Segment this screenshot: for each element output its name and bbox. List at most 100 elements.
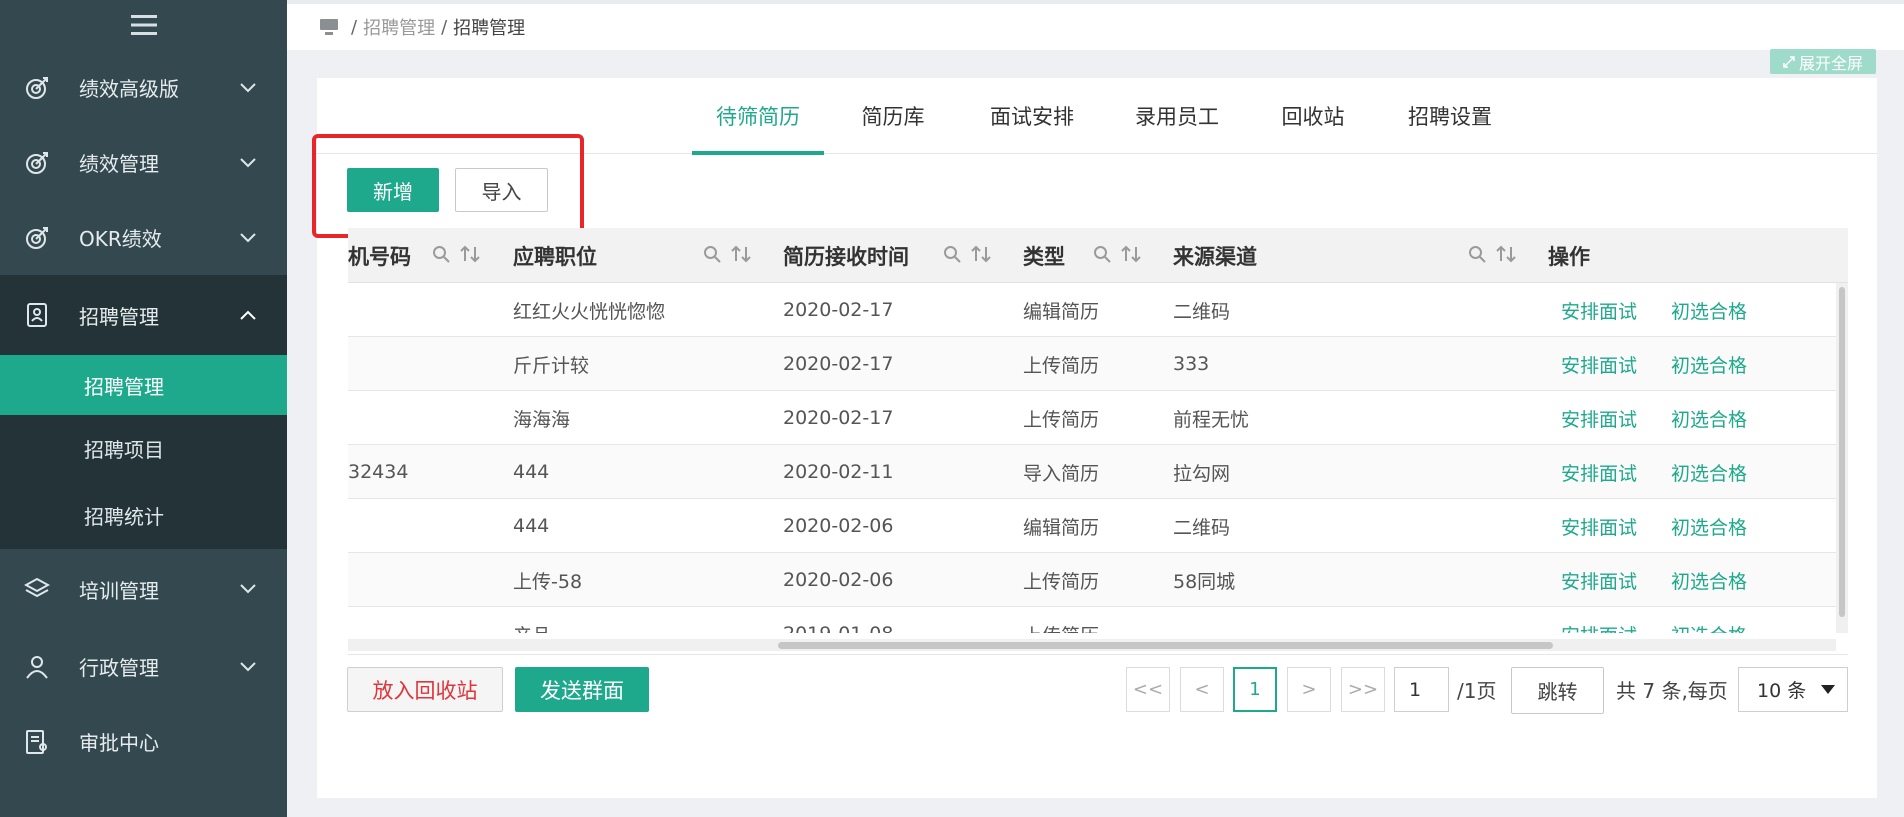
preliminary-pass-link[interactable]: 初选合格 — [1671, 337, 1747, 391]
hamburger-icon[interactable] — [130, 14, 158, 36]
table-row: 斤斤计较 2020-02-17 上传简历 333 安排面试 初选合格 — [348, 337, 1836, 391]
search-icon[interactable] — [1468, 245, 1486, 267]
breadcrumb-separator: / — [441, 16, 448, 38]
caret-down-icon — [1821, 685, 1835, 694]
send-group-interview-button[interactable]: 发送群面 — [515, 667, 649, 712]
chevron-down-icon — [237, 656, 259, 678]
cell-type: 上传简历 — [1023, 607, 1099, 634]
sidebar-submenu-recruitment: 招聘管理 招聘项目 招聘统计 — [0, 355, 287, 549]
sidebar-subitem-recruitment-projects[interactable]: 招聘项目 — [0, 415, 287, 482]
person-icon — [22, 652, 52, 682]
page-size-select[interactable]: 10 条 — [1738, 667, 1848, 712]
schedule-interview-link[interactable]: 安排面试 — [1561, 499, 1637, 553]
cell-type: 上传简历 — [1023, 570, 1100, 593]
table-row: 上传-58 2020-02-06 上传简历 58同城 安排面试 初选合格 — [348, 553, 1836, 607]
sidebar-item-administration[interactable]: 行政管理 — [0, 629, 287, 704]
page-number-input[interactable] — [1394, 667, 1449, 712]
tab-interview-schedule[interactable]: 面试安排 — [967, 78, 1097, 154]
preliminary-pass-link[interactable]: 初选合格 — [1671, 553, 1747, 607]
breadcrumb: / 招聘管理 / 招聘管理 — [287, 0, 1904, 50]
page-1-button[interactable]: 1 — [1233, 667, 1277, 712]
preliminary-pass-link[interactable]: 初选合格 — [1671, 607, 1747, 634]
cell-type: 导入简历 — [1023, 462, 1100, 485]
badge-icon — [22, 300, 52, 330]
schedule-interview-link[interactable]: 安排面试 — [1561, 553, 1637, 607]
schedule-interview-link[interactable]: 安排面试 — [1561, 391, 1637, 445]
sidebar-item-approval[interactable]: 审批中心 — [0, 704, 287, 779]
column-header-receive-time: 简历接收时间 — [783, 244, 909, 269]
sidebar-item-label: 行政管理 — [79, 656, 159, 680]
sort-icon[interactable] — [731, 245, 751, 267]
table-divider — [348, 654, 1848, 655]
breadcrumb-separator: / — [351, 16, 358, 38]
sidebar-item-performance-advanced[interactable]: 绩效高级版 — [0, 50, 287, 125]
column-header-actions: 操作 — [1548, 244, 1590, 269]
preliminary-pass-link[interactable]: 初选合格 — [1671, 283, 1747, 337]
schedule-interview-link[interactable]: 安排面试 — [1561, 337, 1637, 391]
table-vertical-scrollbar[interactable] — [1836, 283, 1848, 633]
sidebar-item-label: 绩效管理 — [79, 152, 159, 176]
column-header-position: 应聘职位 — [513, 244, 597, 269]
sort-icon[interactable] — [1496, 245, 1516, 267]
next-page-button[interactable]: > — [1287, 667, 1331, 712]
sort-icon[interactable] — [460, 245, 480, 267]
tab-pending-resumes[interactable]: 待筛简历 — [692, 78, 824, 155]
chevron-up-icon — [237, 304, 259, 326]
cell-position: 上传-58 — [513, 570, 583, 593]
first-page-button[interactable]: << — [1126, 667, 1170, 712]
table-horizontal-scrollbar[interactable] — [348, 639, 1836, 651]
sidebar-subitem-recruitment-statistics[interactable]: 招聘统计 — [0, 482, 287, 549]
tab-resume-library[interactable]: 简历库 — [837, 78, 949, 154]
preliminary-pass-link[interactable]: 初选合格 — [1671, 445, 1747, 499]
sidebar-subitem-recruitment-management[interactable]: 招聘管理 — [0, 355, 287, 415]
sidebar-item-performance[interactable]: 绩效管理 — [0, 125, 287, 200]
tab-recruitment-settings[interactable]: 招聘设置 — [1385, 78, 1515, 154]
target-icon — [22, 148, 52, 178]
page-size-value: 10 条 — [1757, 680, 1807, 702]
chevron-down-icon — [237, 77, 259, 99]
preliminary-pass-link[interactable]: 初选合格 — [1671, 391, 1747, 445]
prev-page-button[interactable]: < — [1180, 667, 1224, 712]
sidebar-item-training[interactable]: 培训管理 — [0, 549, 287, 629]
move-to-recycle-bin-button[interactable]: 放入回收站 — [347, 667, 503, 712]
sidebar-item-label: 培训管理 — [79, 578, 159, 603]
sidebar-toggle[interactable] — [0, 0, 287, 50]
schedule-interview-link[interactable]: 安排面试 — [1561, 607, 1637, 634]
sort-icon[interactable] — [971, 245, 991, 267]
schedule-interview-link[interactable]: 安排面试 — [1561, 445, 1637, 499]
search-icon[interactable] — [1093, 245, 1111, 267]
sort-icon[interactable] — [1121, 245, 1141, 267]
table-row: 红红火火恍恍惚惚 2020-02-17 编辑简历 二维码 安排面试 初选合格 — [348, 283, 1836, 337]
schedule-interview-link[interactable]: 安排面试 — [1561, 283, 1637, 337]
expand-icon — [1783, 55, 1795, 68]
cell-time: 2020-02-06 — [783, 569, 894, 591]
cell-time: 2020-02-17 — [783, 353, 894, 375]
tab-hired-employees[interactable]: 录用员工 — [1112, 78, 1242, 154]
chevron-down-icon — [237, 578, 259, 600]
sidebar-item-label: OKR绩效 — [79, 227, 162, 251]
document-user-icon — [22, 727, 52, 757]
search-icon[interactable] — [703, 245, 721, 267]
cell-position: 444 — [513, 461, 550, 483]
table-row: 产品 2019-01-08 上传简历 安排面试 初选合格 — [348, 607, 1836, 633]
sidebar-item-okr[interactable]: OKR绩效 — [0, 200, 287, 275]
breadcrumb-level1[interactable]: 招聘管理 — [363, 14, 435, 40]
cell-source: 拉勾网 — [1173, 462, 1231, 485]
last-page-button[interactable]: >> — [1341, 667, 1385, 712]
fullscreen-button[interactable]: 展开全屏 — [1770, 49, 1876, 74]
search-icon[interactable] — [943, 245, 961, 267]
jump-button[interactable]: 跳转 — [1511, 667, 1604, 714]
preliminary-pass-link[interactable]: 初选合格 — [1671, 499, 1747, 553]
sidebar-item-label: 绩效高级版 — [79, 77, 179, 101]
sidebar-item-recruitment[interactable]: 招聘管理 — [0, 275, 287, 355]
scrollbar-thumb[interactable] — [778, 642, 1553, 649]
search-icon[interactable] — [432, 245, 450, 267]
cell-time: 2020-02-17 — [783, 299, 894, 321]
sidebar-item-label: 招聘管理 — [79, 304, 159, 329]
tab-recycle-bin[interactable]: 回收站 — [1257, 78, 1369, 154]
cell-position: 红红火火恍恍惚惚 — [513, 300, 666, 323]
cell-source: 二维码 — [1173, 300, 1231, 323]
cell-source: 333 — [1173, 353, 1210, 375]
cell-type: 编辑简历 — [1023, 516, 1100, 539]
scrollbar-thumb[interactable] — [1839, 287, 1845, 617]
